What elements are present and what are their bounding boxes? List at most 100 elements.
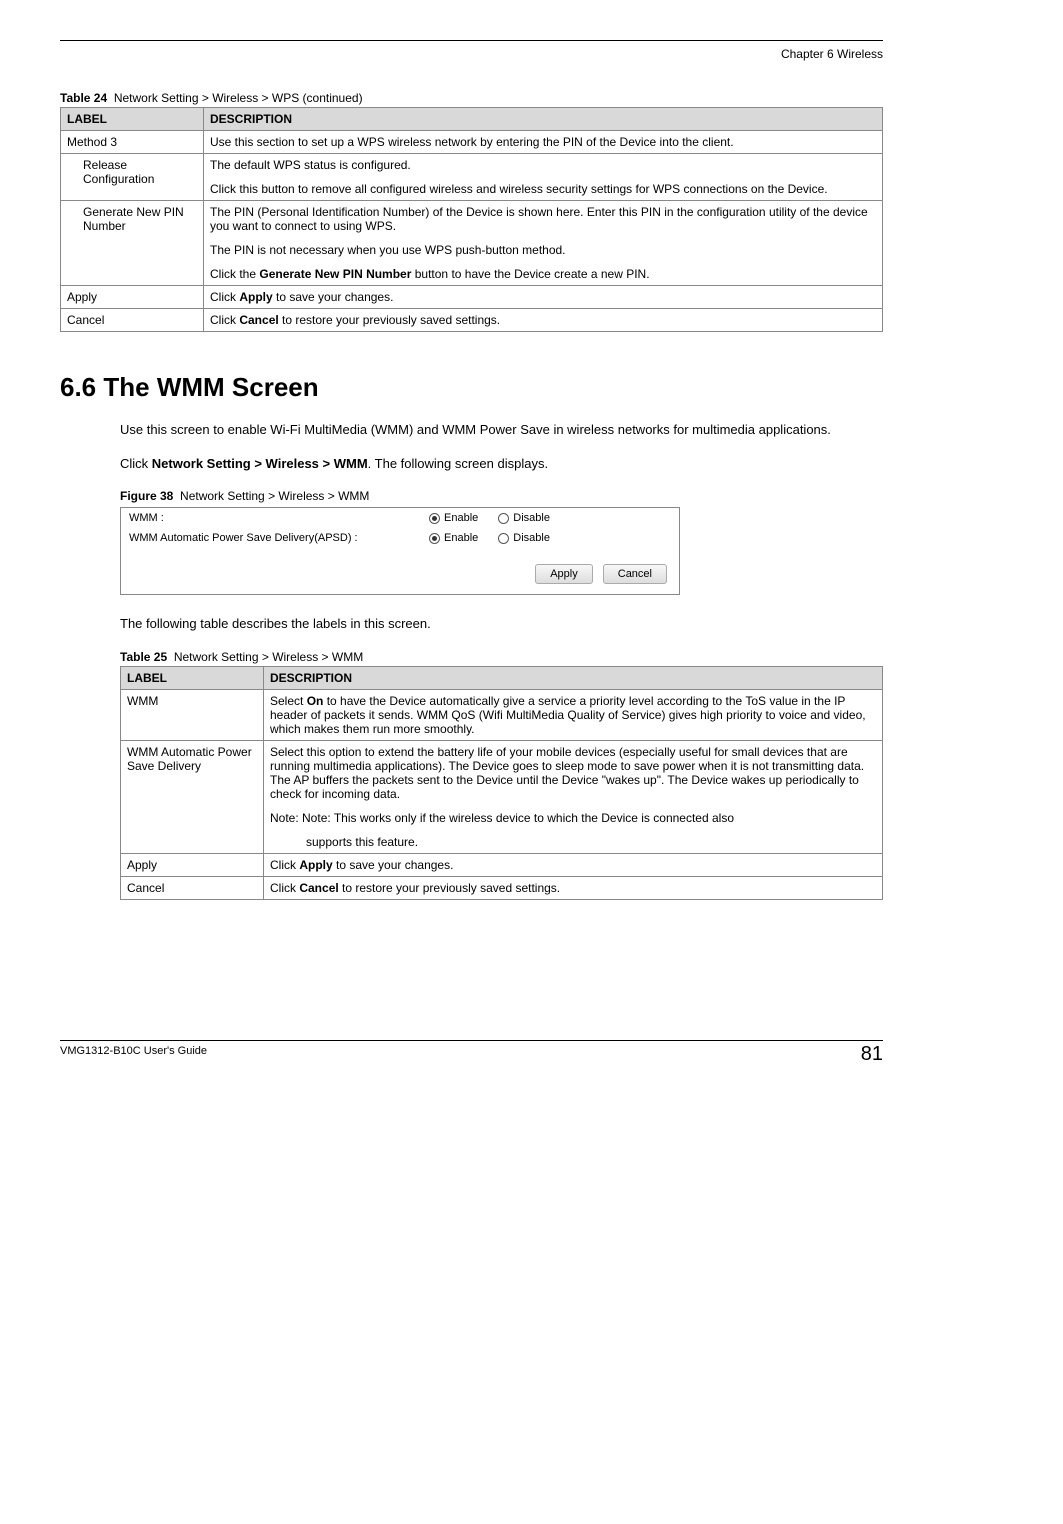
bold-text: Generate New PIN Number [259,267,411,281]
bold-text: Apply [299,858,332,872]
table25-caption-text: Network Setting > Wireless > WMM [174,650,363,664]
apsd-radio-group: Enable Disable [429,532,550,544]
desc-p2: Click this button to remove all configur… [210,182,876,196]
desc-p2: The PIN is not necessary when you use WP… [210,243,876,257]
table24-head-desc: DESCRIPTION [204,108,883,131]
bold-text: Apply [239,290,272,304]
text: to restore your previously saved setting… [339,881,560,895]
figure-buttons: Apply Cancel [121,548,679,594]
figure38-caption-prefix: Figure 38 [120,489,173,503]
table-row: Release Configuration The default WPS st… [61,154,883,201]
body-paragraph: The following table describes the labels… [120,615,883,633]
table-row: Apply Click Apply to save your changes. [121,853,883,876]
radio-unselected-icon [498,513,509,524]
footer-page-number: 81 [861,1043,883,1066]
body-paragraph: Click Network Setting > Wireless > WMM. … [120,455,883,473]
cell-desc: The PIN (Personal Identification Number)… [204,201,883,286]
text: to save your changes. [273,290,394,304]
top-rule [60,40,883,41]
table24-caption-prefix: Table 24 [60,91,107,105]
figure-label-apsd: WMM Automatic Power Save Delivery(APSD) … [129,532,429,544]
cell-label: Cancel [121,876,264,899]
figure-row-apsd: WMM Automatic Power Save Delivery(APSD) … [121,528,679,548]
text: Click [120,456,152,471]
table-row: Generate New PIN Number The PIN (Persona… [61,201,883,286]
wmm-radio-group: Enable Disable [429,512,550,524]
radio-label: Disable [513,532,550,544]
text: Click [210,290,239,304]
cell-label: Method 3 [61,131,204,154]
apsd-disable-option[interactable]: Disable [498,532,550,544]
cell-desc: Select On to have the Device automatical… [264,689,883,740]
table24-caption: Table 24 Network Setting > Wireless > WP… [60,91,883,105]
cell-desc: Click Cancel to restore your previously … [204,309,883,332]
cancel-button[interactable]: Cancel [603,564,667,584]
table24: LABEL DESCRIPTION Method 3 Use this sect… [60,107,883,332]
table-row: Method 3 Use this section to set up a WP… [61,131,883,154]
radio-label: Enable [444,512,478,524]
cell-desc: Select this option to extend the battery… [264,740,883,853]
desc-p3: Click the Generate New PIN Number button… [210,267,876,281]
wmm-disable-option[interactable]: Disable [498,512,550,524]
text: Click the [210,267,259,281]
cell-desc: Click Cancel to restore your previously … [264,876,883,899]
text: Click [210,313,239,327]
cell-desc: Click Apply to save your changes. [204,286,883,309]
cell-desc: Click Apply to save your changes. [264,853,883,876]
table25-head-label: LABEL [121,666,264,689]
cell-label: WMM Automatic Power Save Delivery [121,740,264,853]
apply-button[interactable]: Apply [535,564,593,584]
figure38-screenshot: WMM : Enable Disable WMM Automatic Power… [120,507,680,595]
text: . The following screen displays. [368,456,548,471]
figure38-caption: Figure 38 Network Setting > Wireless > W… [120,489,883,503]
table24-caption-text: Network Setting > Wireless > WPS (contin… [114,91,363,105]
table-row: Apply Click Apply to save your changes. [61,286,883,309]
radio-label: Disable [513,512,550,524]
desc-note2: supports this feature. [270,835,876,849]
cell-desc: The default WPS status is configured. Cl… [204,154,883,201]
apsd-enable-option[interactable]: Enable [429,532,478,544]
table-row: WMM Automatic Power Save Delivery Select… [121,740,883,853]
text: button to have the Device create a new P… [411,267,649,281]
cell-label: Generate New PIN Number [61,201,204,286]
table25-head-desc: DESCRIPTION [264,666,883,689]
bold-text: Cancel [299,881,338,895]
chapter-header: Chapter 6 Wireless [60,47,883,61]
desc-p1: Select this option to extend the battery… [270,745,876,801]
cell-label: WMM [121,689,264,740]
desc-p1: The default WPS status is configured. [210,158,876,172]
table-row: Cancel Click Cancel to restore your prev… [61,309,883,332]
text: Select [270,694,307,708]
wmm-enable-option[interactable]: Enable [429,512,478,524]
radio-unselected-icon [498,533,509,544]
page-footer: VMG1312-B10C User's Guide 81 [60,1040,883,1057]
cell-label: Cancel [61,309,204,332]
text: to have the Device automatically give a … [270,694,866,736]
bold-text: On [307,694,324,708]
table-row: WMM Select On to have the Device automat… [121,689,883,740]
figure-row-wmm: WMM : Enable Disable [121,508,679,528]
text: to save your changes. [333,858,454,872]
radio-selected-icon [429,513,440,524]
cell-label: Release Configuration [61,154,204,201]
footer-guide-name: VMG1312-B10C User's Guide [60,1045,207,1057]
desc-note1: Note: Note: This works only if the wirel… [270,811,876,825]
text: Click [270,881,299,895]
table-row: Cancel Click Cancel to restore your prev… [121,876,883,899]
table24-head-label: LABEL [61,108,204,131]
text: to restore your previously saved setting… [279,313,500,327]
desc-p1: The PIN (Personal Identification Number)… [210,205,876,233]
text: Click [270,858,299,872]
section-heading: 6.6 The WMM Screen [60,372,883,403]
table25: LABEL DESCRIPTION WMM Select On to have … [120,666,883,900]
table25-caption-prefix: Table 25 [120,650,167,664]
bold-text: Cancel [239,313,278,327]
radio-label: Enable [444,532,478,544]
figure-label-wmm: WMM : [129,512,429,524]
cell-label: Apply [61,286,204,309]
cell-label: Apply [121,853,264,876]
body-paragraph: Use this screen to enable Wi-Fi MultiMed… [120,421,883,439]
cell-desc: Use this section to set up a WPS wireles… [204,131,883,154]
radio-selected-icon [429,533,440,544]
bold-text: Network Setting > Wireless > WMM [152,456,368,471]
